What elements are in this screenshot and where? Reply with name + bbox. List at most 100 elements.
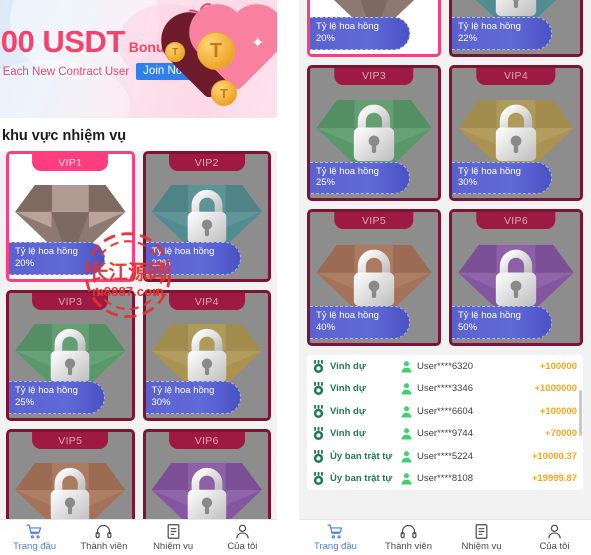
vip-card-title: VIP4 (476, 67, 556, 85)
person-icon (548, 524, 561, 539)
commission-rate-label: Tỷ lệ hoa hồng (316, 20, 379, 32)
vip-card-title: VIP5 (32, 432, 109, 450)
commission-rate-badge: Tỷ lệ hoa hồng 22% (145, 242, 242, 276)
activity-user-wrap: User****3346 (400, 382, 534, 395)
document-icon (475, 524, 488, 539)
activity-user: User****9744 (417, 428, 473, 440)
activity-type: Vinh dự (330, 405, 366, 417)
lock-icon (187, 189, 227, 244)
commission-rate-badge: Tỷ lệ hoa hồng 40% (310, 306, 410, 340)
nav-item-trang-đầu[interactable]: Trang đầu (299, 523, 372, 552)
usdt-coin-icon: T (165, 42, 185, 62)
medal-icon (313, 382, 324, 396)
user-avatar-icon (401, 473, 412, 485)
commission-rate-badge: Tỷ lệ hoa hồng 25% (9, 381, 105, 415)
vip-card-vip4[interactable]: VIP4 Tỷ lệ hoa hồng 30% (449, 64, 583, 202)
activity-user: User****6604 (417, 405, 473, 417)
activity-row: Vinh dự User****6604 +100000 (307, 400, 583, 423)
headset-icon (400, 524, 417, 539)
activity-list[interactable]: Vinh dự User****6320 +100000 Vinh dự Use… (307, 355, 583, 491)
vip-card-grid-left: VIP1 Tỷ lệ hoa hồng 20% VIP2 Tỷ lệ hoa h… (0, 151, 277, 555)
activity-user-wrap: User****6604 (400, 405, 540, 418)
activity-user: User****5224 (417, 450, 473, 462)
banner-subtitle: for Each New Contract User (0, 65, 130, 78)
document-icon (167, 524, 180, 539)
activity-user-wrap: User****5224 (400, 450, 532, 463)
banner-artwork: T T T ✦ (163, 0, 277, 118)
commission-rate-label: Tỷ lệ hoa hồng (458, 310, 521, 322)
nav-item-label: Nhiệm vụ (153, 541, 194, 552)
commission-rate-value: 20% (15, 258, 35, 270)
panel-divider (277, 0, 299, 555)
commission-rate-badge: Tỷ lệ hoa hồng 22% (452, 16, 552, 50)
right-panel: VIP1 Tỷ lệ hoa hồng 20% VIP2 (299, 0, 591, 555)
commission-rate-label: Tỷ lệ hoa hồng (458, 20, 521, 32)
commission-rate-badge: Tỷ lệ hoa hồng 20% (9, 242, 105, 276)
bottom-navigation-right: Trang đầu Thành viên Nhiệm vụ Của tôi (299, 519, 591, 555)
user-avatar-icon (401, 428, 412, 440)
screenshot-stage: 200 USDTBonus for Each New Contract User… (0, 0, 591, 555)
commission-rate-value: 20% (316, 32, 336, 44)
nav-item-label: Trang đầu (13, 541, 57, 552)
activity-amount: +70000 (545, 428, 577, 440)
activity-scrollbar[interactable] (579, 390, 582, 436)
commission-rate-label: Tỷ lệ hoa hồng (15, 246, 78, 258)
user-avatar-icon (401, 451, 412, 463)
commission-rate-value: 22% (151, 258, 171, 270)
commission-rate-label: Tỷ lệ hoa hồng (458, 165, 521, 177)
nav-item-nhiệm-vụ[interactable]: Nhiệm vụ (139, 523, 208, 552)
commission-rate-value: 30% (151, 397, 171, 409)
vip-card-vip2[interactable]: VIP2 Tỷ lệ hoa hồng 22% (142, 151, 271, 283)
vip-card-vip1[interactable]: VIP1 Tỷ lệ hoa hồng 20% (6, 151, 135, 283)
activity-amount: +10000.37 (531, 450, 577, 462)
headset-icon (95, 524, 112, 539)
banner-headline: 200 USDTBonus (0, 24, 172, 60)
promo-banner[interactable]: 200 USDTBonus for Each New Contract User… (0, 0, 277, 118)
nav-item-của-tôi[interactable]: Của tôi (208, 523, 277, 552)
commission-rate-value: 22% (458, 32, 478, 44)
commission-rate-label: Tỷ lệ hoa hồng (151, 246, 215, 258)
vip-card-vip4[interactable]: VIP4 Tỷ lệ hoa hồng 30% (142, 290, 271, 422)
banner-amount: 200 USDT (0, 24, 125, 59)
medal-icon (313, 449, 324, 463)
nav-item-của-tôi[interactable]: Của tôi (518, 523, 591, 552)
person-icon (236, 524, 249, 539)
activity-user-wrap: User****9744 (400, 427, 545, 440)
usdt-coin-icon: T (197, 32, 235, 70)
vip-card-vip3[interactable]: VIP3 Tỷ lệ hoa hồng 25% (307, 64, 441, 202)
lock-icon (353, 249, 395, 306)
cart-icon (327, 524, 343, 539)
vip-card-vip6[interactable]: VIP6 Tỷ lệ hoa hồng 50% (449, 209, 583, 347)
vip-card-vip3[interactable]: VIP3 Tỷ lệ hoa hồng 25% (6, 290, 135, 422)
commission-rate-value: 50% (458, 322, 478, 334)
nav-item-label: Trang đầu (314, 541, 357, 552)
vip-card-vip2[interactable]: VIP2 Tỷ lệ hoa hồng 22% (449, 0, 583, 57)
activity-amount: +100000 (539, 360, 577, 372)
activity-user-wrap: User****6320 (400, 360, 540, 373)
activity-row: Vinh dự User****6320 +100000 (307, 355, 583, 378)
activity-amount: +19999.87 (531, 473, 577, 485)
lock-icon (187, 328, 227, 383)
nav-item-trang-đầu[interactable]: Trang đầu (0, 523, 69, 552)
activity-row: Ủy ban trật tự User****8108 +19999.87 (307, 468, 583, 491)
commission-rate-label: Tỷ lệ hoa hồng (316, 165, 379, 177)
nav-item-nhiệm-vụ[interactable]: Nhiệm vụ (445, 523, 518, 552)
activity-amount: +1000000 (534, 383, 577, 395)
lock-icon (187, 467, 227, 522)
nav-item-label: Của tôi (227, 541, 258, 552)
medal-icon (313, 427, 324, 441)
vip-card-vip1[interactable]: VIP1 Tỷ lệ hoa hồng 20% (307, 0, 441, 57)
vip-card-title: VIP4 (168, 293, 245, 311)
activity-type: Ủy ban trật tự (330, 473, 393, 485)
commission-rate-label: Tỷ lệ hoa hồng (15, 385, 78, 397)
commission-rate-value: 25% (316, 177, 336, 189)
activity-user: User****8108 (417, 473, 473, 485)
vip-card-vip5[interactable]: VIP5 Tỷ lệ hoa hồng 40% (307, 209, 441, 347)
bottom-navigation-left: Trang đầu Thành viên Nhiệm vụ Của tôi (0, 519, 277, 555)
nav-item-thành-viên[interactable]: Thành viên (69, 523, 138, 552)
vip-card-title: VIP1 (32, 154, 109, 171)
nav-item-thành-viên[interactable]: Thành viên (372, 523, 445, 552)
activity-type: Ủy ban trật tự (330, 450, 393, 462)
activity-row: Vinh dự User****9744 +70000 (307, 423, 583, 446)
commission-rate-badge: Tỷ lệ hoa hồng 30% (452, 161, 552, 195)
